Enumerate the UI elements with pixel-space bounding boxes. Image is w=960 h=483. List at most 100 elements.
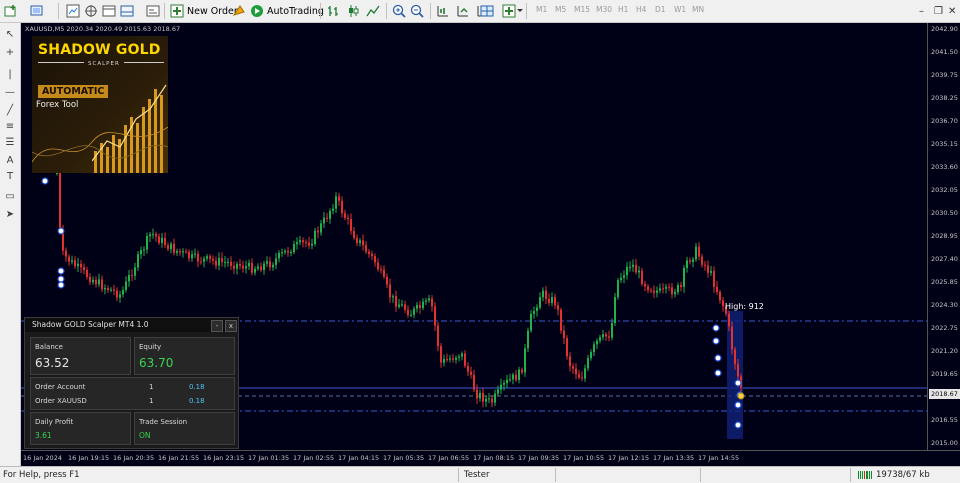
- data-window-button[interactable]: [84, 3, 98, 19]
- candle-body: [338, 196, 340, 201]
- candle-body: [572, 366, 574, 369]
- candle-body: [722, 300, 724, 307]
- panel-header[interactable]: Shadow GOLD Scalper MT4 1.0 - x: [25, 318, 238, 332]
- metaeditor-button[interactable]: [232, 3, 246, 19]
- arrows-icon[interactable]: ➤: [4, 209, 16, 221]
- trade-marker: [734, 421, 742, 429]
- panel-close-button[interactable]: x: [225, 320, 237, 332]
- candle-body: [173, 243, 175, 253]
- window-minimize-button[interactable]: –: [919, 3, 924, 19]
- candle-body: [635, 264, 637, 273]
- chart-shift-button[interactable]: [436, 3, 450, 19]
- crosshair-icon[interactable]: +: [4, 47, 16, 59]
- candle-body: [269, 261, 271, 268]
- candle-body: [473, 374, 475, 390]
- timeframe-w1[interactable]: W1: [674, 5, 686, 14]
- market-watch-button[interactable]: [66, 3, 80, 19]
- candle-body: [488, 398, 490, 400]
- candle-body: [353, 230, 355, 238]
- profiles-button[interactable]: [30, 3, 44, 19]
- candle-body: [203, 258, 205, 262]
- price-tick-label: 2032.05: [931, 186, 958, 194]
- auto-trading-button[interactable]: AutoTrading: [250, 3, 324, 19]
- candle-body: [362, 240, 364, 246]
- candle-body: [518, 369, 520, 381]
- vertical-line-icon[interactable]: |: [4, 69, 16, 81]
- new-chart-button[interactable]: [4, 3, 18, 19]
- terminal-button[interactable]: [120, 3, 134, 19]
- candle-body: [257, 266, 259, 269]
- timeframe-h4[interactable]: H4: [636, 5, 646, 14]
- candle-body: [317, 230, 319, 233]
- candle-body: [119, 294, 121, 298]
- candle-body: [470, 371, 472, 375]
- bar-chart-button[interactable]: [326, 3, 340, 19]
- candle-body: [299, 240, 301, 243]
- candle-body: [152, 234, 154, 236]
- candle-body: [569, 356, 571, 367]
- candle-body: [683, 268, 685, 287]
- candle-body: [287, 250, 289, 253]
- candle-body: [437, 325, 439, 347]
- candle-body: [131, 275, 133, 277]
- navigator-button[interactable]: [102, 3, 116, 19]
- channel-icon[interactable]: ≡: [4, 121, 16, 133]
- time-tick-label: 16 Jan 23:15: [203, 454, 245, 462]
- candle-body: [671, 287, 673, 295]
- price-axis[interactable]: 2042.90 2041.50 2039.75 2038.25 2036.70 2035.…: [927, 23, 960, 450]
- candle-body: [404, 304, 406, 310]
- trade-marker: [41, 177, 49, 185]
- candlestick-button[interactable]: [346, 3, 360, 19]
- timeframe-m5[interactable]: M5: [555, 5, 566, 14]
- panel-minimize-button[interactable]: -: [211, 320, 223, 332]
- candlestick-icon: [349, 5, 359, 17]
- timeframe-mn[interactable]: MN: [692, 5, 704, 14]
- horizontal-line-icon[interactable]: —: [4, 87, 16, 99]
- restore-icon: ❐: [934, 5, 943, 17]
- timeframe-h1[interactable]: H1: [618, 5, 628, 14]
- candle-body: [443, 359, 445, 363]
- timeframe-d1[interactable]: D1: [655, 5, 666, 14]
- cursor-icon[interactable]: ↖: [4, 29, 16, 41]
- timeframe-m30[interactable]: M30: [596, 5, 612, 14]
- zoom-out-button[interactable]: [410, 3, 424, 19]
- fibonacci-icon[interactable]: ☰: [4, 137, 16, 149]
- candle-body: [593, 344, 595, 353]
- candle-body: [278, 252, 280, 259]
- window-close-button[interactable]: ✕: [948, 3, 956, 19]
- candle-body: [632, 264, 634, 267]
- time-tick-label: 17 Jan 10:55: [563, 454, 605, 462]
- timeframe-m15[interactable]: M15: [574, 5, 590, 14]
- timeframe-m1[interactable]: M1: [536, 5, 547, 14]
- time-axis[interactable]: 16 Jan 2024 16 Jan 19:15 16 Jan 20:35 16 Ja…: [21, 450, 960, 467]
- zoom-in-button[interactable]: [392, 3, 406, 19]
- candle-body: [395, 296, 397, 307]
- tile-windows-button[interactable]: [480, 3, 494, 19]
- candle-body: [491, 398, 493, 403]
- price-tick-label: 2025.85: [931, 278, 958, 286]
- trendline-icon[interactable]: ╱: [4, 105, 16, 117]
- candle-body: [323, 217, 325, 224]
- time-tick-label: 16 Jan 20:35: [113, 454, 155, 462]
- indicators-button[interactable]: [502, 3, 523, 19]
- order-symbol-value: 0.18: [189, 397, 205, 405]
- text-label-icon[interactable]: T: [4, 171, 16, 183]
- shapes-icon[interactable]: ▭: [4, 191, 16, 203]
- auto-scroll-button[interactable]: [456, 3, 470, 19]
- candle-body: [416, 304, 418, 309]
- candle-body: [389, 284, 391, 298]
- main-toolbar: New Order AutoTrading M1 M5 M15 M30 H1 H…: [0, 0, 960, 23]
- candle-body: [65, 250, 67, 257]
- candle-body: [146, 236, 148, 250]
- new-order-button[interactable]: New Order: [170, 3, 238, 19]
- candle-body: [500, 384, 502, 390]
- balance-box: Balance 63.52: [30, 337, 131, 375]
- candle-body: [653, 290, 655, 293]
- window-restore-button[interactable]: ❐: [934, 3, 943, 19]
- candle-body: [557, 305, 559, 310]
- balance-value: 63.52: [35, 356, 70, 370]
- text-icon[interactable]: A: [4, 155, 16, 167]
- strategy-tester-button[interactable]: [146, 3, 160, 19]
- line-chart-button[interactable]: [366, 3, 380, 19]
- candle-body: [638, 270, 640, 273]
